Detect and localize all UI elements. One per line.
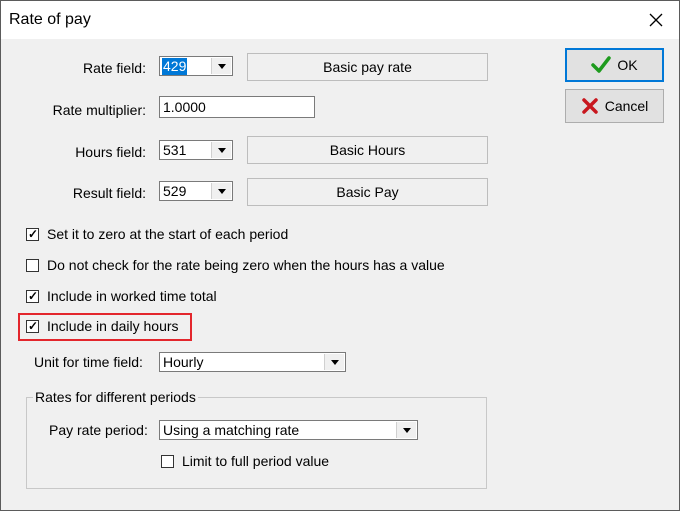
hours-field-value: 531 bbox=[163, 142, 187, 158]
checkmark-icon: ✓ bbox=[28, 289, 39, 303]
checkmark-icon: ✓ bbox=[28, 319, 39, 333]
close-button[interactable] bbox=[633, 1, 679, 39]
rate-multiplier-label: Rate multiplier: bbox=[52, 102, 146, 118]
unit-time-label: Unit for time field: bbox=[34, 354, 143, 370]
hours-field-description: Basic Hours bbox=[247, 136, 488, 164]
unit-time-combo[interactable]: Hourly bbox=[159, 352, 346, 372]
dropdown-arrow-icon[interactable] bbox=[211, 142, 231, 158]
rate-field-combo[interactable]: 429 bbox=[159, 56, 233, 76]
result-field-label: Result field: bbox=[72, 185, 146, 201]
dropdown-arrow-icon[interactable] bbox=[396, 422, 416, 438]
rate-field-value: 429 bbox=[162, 58, 188, 75]
pay-rate-period-value: Using a matching rate bbox=[163, 422, 300, 438]
result-field-description: Basic Pay bbox=[247, 178, 488, 206]
pay-rate-period-combo[interactable]: Using a matching rate bbox=[159, 420, 418, 440]
dropdown-arrow-icon[interactable] bbox=[211, 58, 231, 74]
ok-button[interactable]: OK bbox=[565, 48, 664, 82]
rate-multiplier-input[interactable]: 1.0000 bbox=[159, 96, 315, 118]
worked-time-label: Include in worked time total bbox=[47, 288, 217, 304]
rates-group-box bbox=[26, 397, 487, 489]
cancel-button[interactable]: Cancel bbox=[565, 89, 664, 123]
result-field-value: 529 bbox=[163, 183, 187, 199]
cancel-label: Cancel bbox=[604, 98, 649, 114]
daily-hours-checkbox[interactable]: ✓ bbox=[26, 320, 39, 333]
no-check-zero-label: Do not check for the rate being zero whe… bbox=[47, 257, 445, 273]
no-check-zero-checkbox[interactable] bbox=[26, 259, 39, 272]
worked-time-checkbox[interactable]: ✓ bbox=[26, 290, 39, 303]
set-zero-label: Set it to zero at the start of each peri… bbox=[47, 226, 289, 242]
ok-label: OK bbox=[617, 57, 638, 73]
title-bar: Rate of pay bbox=[1, 1, 679, 39]
unit-time-value: Hourly bbox=[163, 354, 204, 370]
rate-field-description: Basic pay rate bbox=[247, 53, 488, 81]
limit-full-period-checkbox[interactable] bbox=[161, 455, 174, 468]
pay-rate-period-label: Pay rate period: bbox=[49, 422, 148, 438]
rate-multiplier-value: 1.0000 bbox=[163, 99, 206, 115]
window-title: Rate of pay bbox=[9, 11, 91, 28]
hours-field-combo[interactable]: 531 bbox=[159, 140, 233, 160]
hours-field-label: Hours field: bbox=[75, 144, 146, 160]
cross-icon bbox=[581, 97, 599, 115]
rate-of-pay-dialog: Rate of pay Rate field: 429 Basic pay ra… bbox=[0, 0, 680, 511]
dialog-body: Rate field: 429 Basic pay rate Rate mult… bbox=[1, 39, 679, 510]
dropdown-arrow-icon[interactable] bbox=[324, 354, 344, 370]
result-field-combo[interactable]: 529 bbox=[159, 181, 233, 201]
close-icon bbox=[649, 13, 663, 27]
limit-full-period-label: Limit to full period value bbox=[182, 453, 330, 469]
rate-field-label: Rate field: bbox=[82, 60, 146, 76]
set-zero-checkbox[interactable]: ✓ bbox=[26, 228, 39, 241]
checkmark-icon: ✓ bbox=[28, 227, 39, 241]
checkmark-icon bbox=[591, 56, 612, 74]
daily-hours-label: Include in daily hours bbox=[47, 318, 179, 334]
dropdown-arrow-icon[interactable] bbox=[211, 183, 231, 199]
rates-group-title: Rates for different periods bbox=[33, 389, 198, 405]
